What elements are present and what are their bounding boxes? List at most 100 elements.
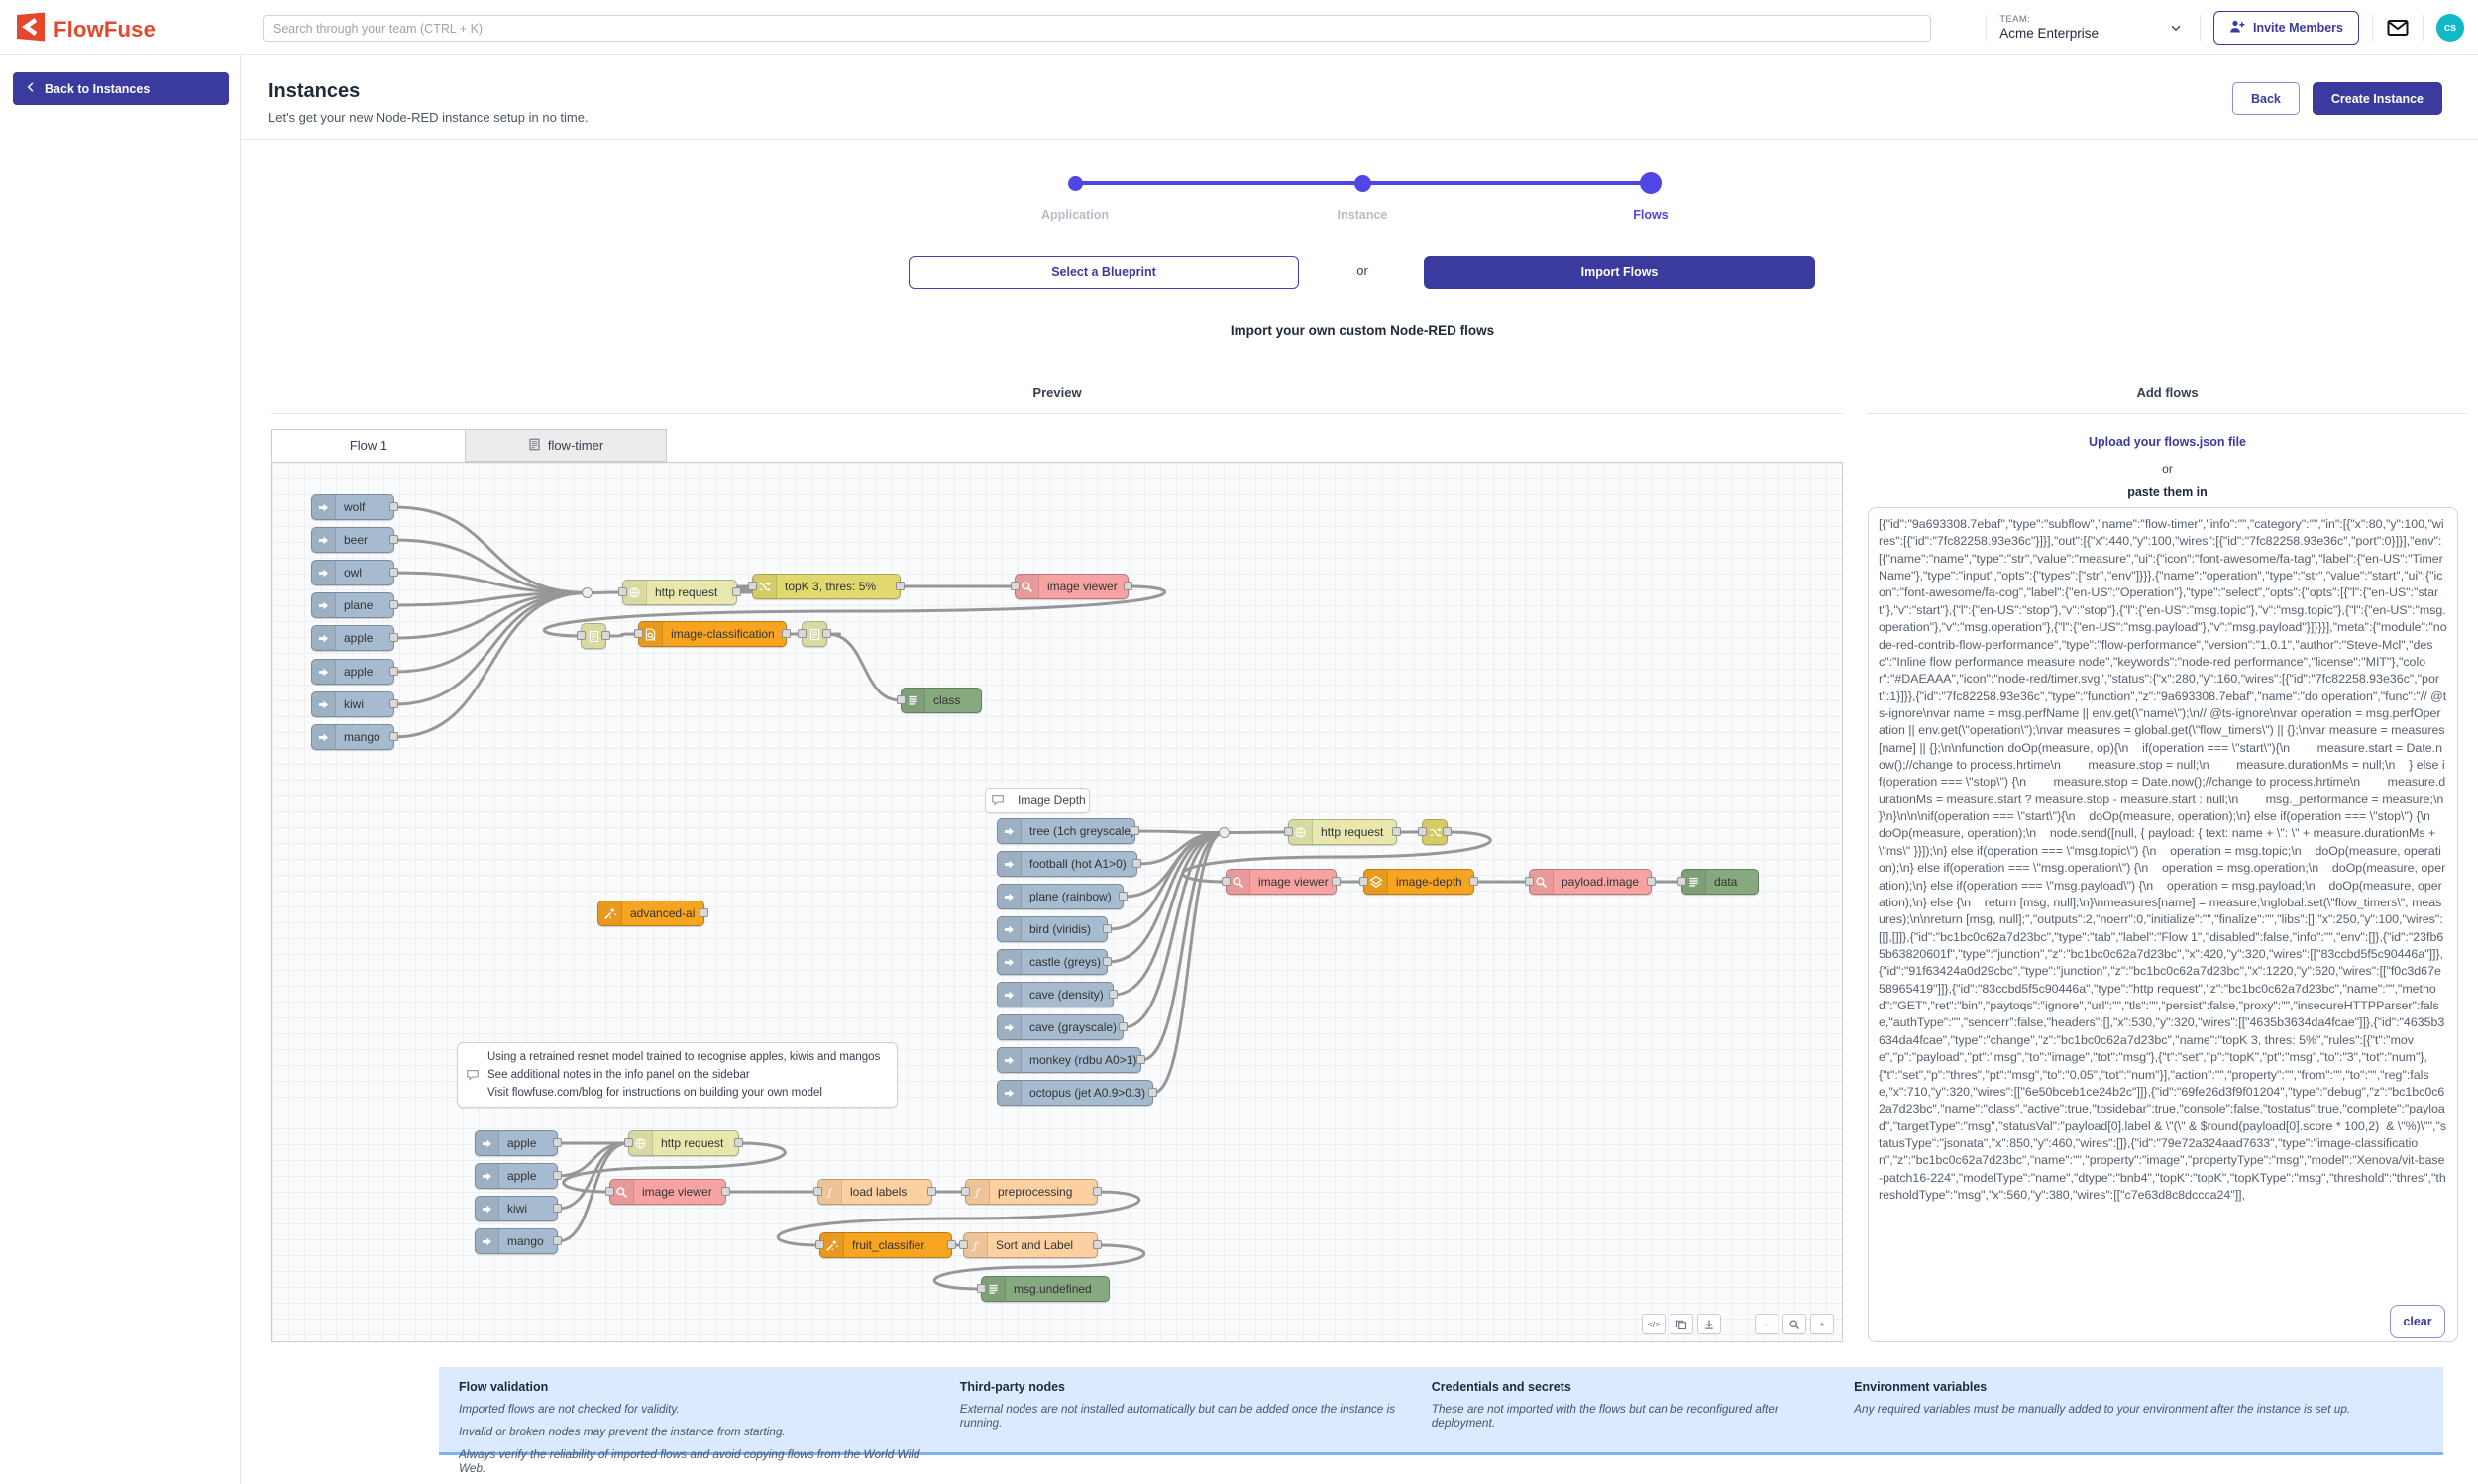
- flow-node-wolf[interactable]: wolf: [311, 494, 394, 520]
- download-button[interactable]: [1697, 1314, 1721, 1334]
- node-input-port[interactable]: [961, 1187, 970, 1196]
- flow-node-loadLabels[interactable]: ƒload labels: [817, 1179, 932, 1205]
- chevron-down-icon[interactable]: [2169, 21, 2183, 35]
- flow-node-bird[interactable]: bird (viridis): [997, 916, 1108, 942]
- flow-node-caveG[interactable]: cave (grayscale): [997, 1014, 1124, 1040]
- user-avatar[interactable]: cs: [2436, 14, 2464, 42]
- node-input-port[interactable]: [1359, 877, 1368, 886]
- flow-node-beer[interactable]: beer: [311, 527, 394, 553]
- flow-node-tree[interactable]: tree (1ch greyscale): [997, 818, 1135, 844]
- flow-node-viewerBot[interactable]: image viewer: [609, 1179, 726, 1205]
- node-output-port[interactable]: [1647, 877, 1656, 886]
- zoom-out-button[interactable]: −: [1755, 1314, 1778, 1334]
- flow-node-mango1[interactable]: mango: [311, 724, 394, 750]
- node-input-port[interactable]: [634, 629, 643, 638]
- node-input-port[interactable]: [1418, 827, 1427, 836]
- flow-node-apple4[interactable]: apple: [475, 1163, 558, 1189]
- flow-node-sortLabel[interactable]: ƒSort and Label: [963, 1232, 1098, 1258]
- step-dot-instance[interactable]: [1354, 175, 1371, 192]
- flow-node-payloadImg[interactable]: payload.image: [1529, 869, 1652, 895]
- flow-node-kiwi1[interactable]: kiwi: [311, 691, 394, 717]
- node-input-port[interactable]: [624, 1138, 633, 1147]
- flow-node-httpDepth[interactable]: http request: [1288, 819, 1397, 845]
- flow-node-owl[interactable]: owl: [311, 560, 394, 585]
- flow-node-dataDbg[interactable]: data: [1681, 869, 1759, 895]
- flow-node-classDbg[interactable]: class: [901, 688, 982, 713]
- step-dot-application[interactable]: [1068, 176, 1083, 191]
- tab-flow-1[interactable]: Flow 1: [271, 429, 466, 462]
- flow-comment-note[interactable]: Using a retrained resnet model trained t…: [457, 1042, 898, 1108]
- flow-node-chgD[interactable]: [1422, 819, 1448, 845]
- node-output-port[interactable]: [389, 502, 398, 511]
- node-output-port[interactable]: [1332, 877, 1341, 886]
- node-input-port[interactable]: [813, 1187, 822, 1196]
- node-input-port[interactable]: [748, 582, 757, 590]
- flow-node-httpBot[interactable]: http request: [628, 1130, 739, 1156]
- node-output-port[interactable]: [721, 1187, 730, 1196]
- node-output-port[interactable]: [389, 667, 398, 676]
- node-output-port[interactable]: [1119, 892, 1128, 901]
- flow-node-castle[interactable]: castle (greys): [997, 949, 1108, 975]
- node-output-port[interactable]: [1119, 1022, 1128, 1031]
- node-output-port[interactable]: [389, 633, 398, 642]
- node-output-port[interactable]: [896, 582, 905, 590]
- node-output-port[interactable]: [732, 587, 741, 596]
- node-output-port[interactable]: [947, 1240, 956, 1249]
- node-output-port[interactable]: [734, 1138, 743, 1147]
- node-input-port[interactable]: [1525, 877, 1534, 886]
- flow-node-topK[interactable]: topK 3, thres: 5%: [752, 574, 901, 599]
- node-input-port[interactable]: [618, 587, 627, 596]
- node-output-port[interactable]: [553, 1236, 562, 1245]
- tab-flow-timer[interactable]: flow-timer: [466, 429, 667, 462]
- node-output-port[interactable]: [822, 629, 831, 638]
- flow-node-imgDepth[interactable]: image-depth: [1363, 869, 1474, 895]
- flow-junction[interactable]: [1219, 827, 1230, 838]
- flow-node-imgClass[interactable]: image-classification: [638, 621, 787, 647]
- node-input-port[interactable]: [1011, 582, 1020, 590]
- node-output-port[interactable]: [389, 535, 398, 544]
- node-output-port[interactable]: [1392, 827, 1401, 836]
- upload-flows-link[interactable]: Upload your flows.json file: [1868, 435, 2467, 449]
- mail-icon[interactable]: [2386, 17, 2410, 39]
- node-input-port[interactable]: [959, 1240, 968, 1249]
- flow-node-fruitCls[interactable]: fruit_classifier: [819, 1232, 952, 1258]
- node-output-port[interactable]: [782, 629, 791, 638]
- back-button[interactable]: Back: [2232, 82, 2300, 115]
- flow-node-httpTop[interactable]: http request: [622, 580, 737, 605]
- node-input-port[interactable]: [1222, 877, 1231, 886]
- node-output-port[interactable]: [1132, 859, 1141, 868]
- node-output-port[interactable]: [1136, 1055, 1145, 1064]
- team-selector[interactable]: TEAM: Acme Enterprise: [1999, 14, 2099, 43]
- flow-node-apple2[interactable]: apple: [311, 659, 394, 685]
- flow-node-monkey[interactable]: monkey (rdbu A0>1): [997, 1047, 1141, 1073]
- node-output-port[interactable]: [553, 1171, 562, 1180]
- node-input-port[interactable]: [897, 695, 906, 704]
- flow-node-plane[interactable]: plane: [311, 592, 394, 618]
- node-output-port[interactable]: [553, 1204, 562, 1213]
- flow-node-preproc[interactable]: ƒpreprocessing: [965, 1179, 1098, 1205]
- zoom-reset-button[interactable]: [1782, 1314, 1806, 1334]
- node-output-port[interactable]: [927, 1187, 936, 1196]
- node-input-port[interactable]: [577, 631, 586, 640]
- flow-node-viewerDepth[interactable]: image viewer: [1226, 869, 1337, 895]
- node-output-port[interactable]: [1103, 957, 1112, 966]
- node-output-port[interactable]: [1131, 826, 1139, 835]
- flow-node-comment1[interactable]: Image Depth: [985, 788, 1090, 813]
- node-output-port[interactable]: [1124, 582, 1132, 590]
- node-output-port[interactable]: [1093, 1240, 1102, 1249]
- node-input-port[interactable]: [1677, 877, 1686, 886]
- zoom-in-button[interactable]: +: [1810, 1314, 1834, 1334]
- select-blueprint-button[interactable]: Select a Blueprint: [909, 256, 1299, 289]
- import-flows-button[interactable]: Import Flows: [1424, 256, 1815, 289]
- copy-button[interactable]: [1670, 1314, 1693, 1334]
- flow-node-msgUndef[interactable]: msg.undefined: [981, 1276, 1110, 1302]
- flows-json-textarea[interactable]: [{"id":"9a693308.7ebaf","type":"subflow"…: [1868, 507, 2458, 1342]
- search-input[interactable]: [263, 15, 1931, 42]
- node-output-port[interactable]: [1469, 877, 1478, 886]
- flow-junction[interactable]: [582, 587, 593, 598]
- flow-node-tmpl2[interactable]: [802, 621, 827, 647]
- node-input-port[interactable]: [815, 1240, 824, 1249]
- node-output-port[interactable]: [1148, 1088, 1157, 1097]
- code-view-button[interactable]: </>: [1642, 1314, 1666, 1334]
- step-dot-flows[interactable]: [1640, 172, 1662, 194]
